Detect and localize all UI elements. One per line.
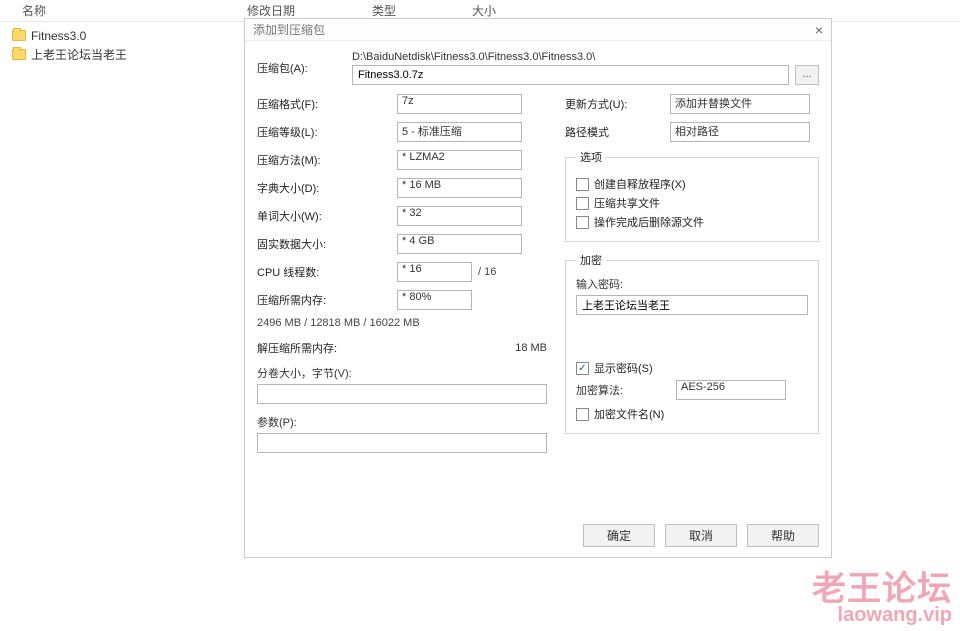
password-input[interactable]	[576, 295, 808, 315]
col-modified[interactable]: 修改日期	[239, 2, 364, 19]
threads-total: / 16	[478, 266, 496, 278]
options-legend: 选项	[576, 149, 606, 165]
cancel-button[interactable]: 取消	[665, 524, 737, 547]
method-label: 压缩方法(M):	[257, 152, 397, 168]
mem-decompress-label: 解压缩所需内存:	[257, 340, 397, 356]
dialog-titlebar: 添加到压缩包 ×	[245, 19, 831, 41]
delete-checkbox[interactable]	[576, 216, 589, 229]
show-password-label: 显示密码(S)	[594, 360, 653, 376]
enc-method-label: 加密算法:	[576, 382, 676, 398]
dialog-title-text: 添加到压缩包	[253, 19, 325, 41]
tree-item[interactable]: 上老王论坛当老王	[12, 45, 127, 64]
ok-button[interactable]: 确定	[583, 524, 655, 547]
tree-item-label: Fitness3.0	[31, 29, 86, 43]
pathmode-select[interactable]: 相对路径	[670, 122, 810, 142]
split-size-input[interactable]	[257, 384, 547, 404]
browse-button[interactable]: ...	[795, 65, 819, 85]
show-password-checkbox[interactable]: ✓	[576, 362, 589, 375]
shared-checkbox[interactable]	[576, 197, 589, 210]
params-input[interactable]	[257, 433, 547, 453]
archive-path-text: D:\BaiduNetdisk\Fitness3.0\Fitness3.0\Fi…	[352, 51, 819, 63]
level-select[interactable]: 5 - 标准压缩	[397, 122, 522, 142]
folder-tree: Fitness3.0 上老王论坛当老王	[12, 26, 127, 64]
encrypt-names-checkbox[interactable]	[576, 408, 589, 421]
params-label: 参数(P):	[257, 414, 547, 430]
dict-label: 字典大小(D):	[257, 180, 397, 196]
folder-icon	[12, 49, 26, 60]
sfx-checkbox[interactable]	[576, 178, 589, 191]
folder-icon	[12, 30, 26, 41]
password-label: 输入密码:	[576, 276, 808, 292]
mem-decompress-value: 18 MB	[397, 342, 547, 354]
threads-select[interactable]: * 16	[397, 262, 472, 282]
delete-label: 操作完成后删除源文件	[594, 214, 704, 230]
options-fieldset: 选项 创建自释放程序(X) 压缩共享文件 操作完成后删除源文件	[565, 149, 819, 242]
close-icon[interactable]: ×	[815, 19, 823, 41]
col-type[interactable]: 类型	[364, 2, 464, 19]
tree-item[interactable]: Fitness3.0	[12, 26, 127, 45]
sfx-label: 创建自释放程序(X)	[594, 176, 686, 192]
encryption-legend: 加密	[576, 252, 606, 268]
level-label: 压缩等级(L):	[257, 124, 397, 140]
shared-label: 压缩共享文件	[594, 195, 660, 211]
solid-select[interactable]: * 4 GB	[397, 234, 522, 254]
split-label: 分卷大小，字节(V):	[257, 365, 547, 381]
encrypt-names-label: 加密文件名(N)	[594, 406, 664, 422]
dict-select[interactable]: * 16 MB	[397, 178, 522, 198]
pathmode-label: 路径模式	[565, 124, 670, 140]
add-to-archive-dialog: 添加到压缩包 × 压缩包(A): D:\BaiduNetdisk\Fitness…	[244, 18, 832, 558]
watermark-line1: 老王论坛	[812, 561, 952, 610]
mem-pct-select[interactable]: * 80%	[397, 290, 472, 310]
word-select[interactable]: * 32	[397, 206, 522, 226]
enc-method-select[interactable]: AES-256	[676, 380, 786, 400]
archive-label: 压缩包(A):	[257, 60, 352, 76]
mem-compress-value: 2496 MB / 12818 MB / 16022 MB	[257, 317, 547, 329]
watermark-line2: laowang.vip	[812, 604, 952, 627]
watermark: 老王论坛 laowang.vip	[812, 561, 952, 627]
tree-item-label: 上老王论坛当老王	[31, 46, 127, 63]
format-label: 压缩格式(F):	[257, 96, 397, 112]
solid-label: 固实数据大小:	[257, 236, 397, 252]
col-size[interactable]: 大小	[464, 2, 544, 19]
method-select[interactable]: * LZMA2	[397, 150, 522, 170]
encryption-fieldset: 加密 输入密码: ✓ 显示密码(S) 加密算法: AES-256 加密文件名(N)	[565, 252, 819, 434]
col-name[interactable]: 名称	[14, 2, 239, 19]
mem-compress-label: 压缩所需内存:	[257, 292, 397, 308]
update-label: 更新方式(U):	[565, 96, 670, 112]
help-button[interactable]: 帮助	[747, 524, 819, 547]
format-select[interactable]: 7z	[397, 94, 522, 114]
threads-label: CPU 线程数:	[257, 264, 397, 280]
word-label: 单词大小(W):	[257, 208, 397, 224]
update-select[interactable]: 添加并替换文件	[670, 94, 810, 114]
archive-name-input[interactable]	[352, 65, 789, 85]
